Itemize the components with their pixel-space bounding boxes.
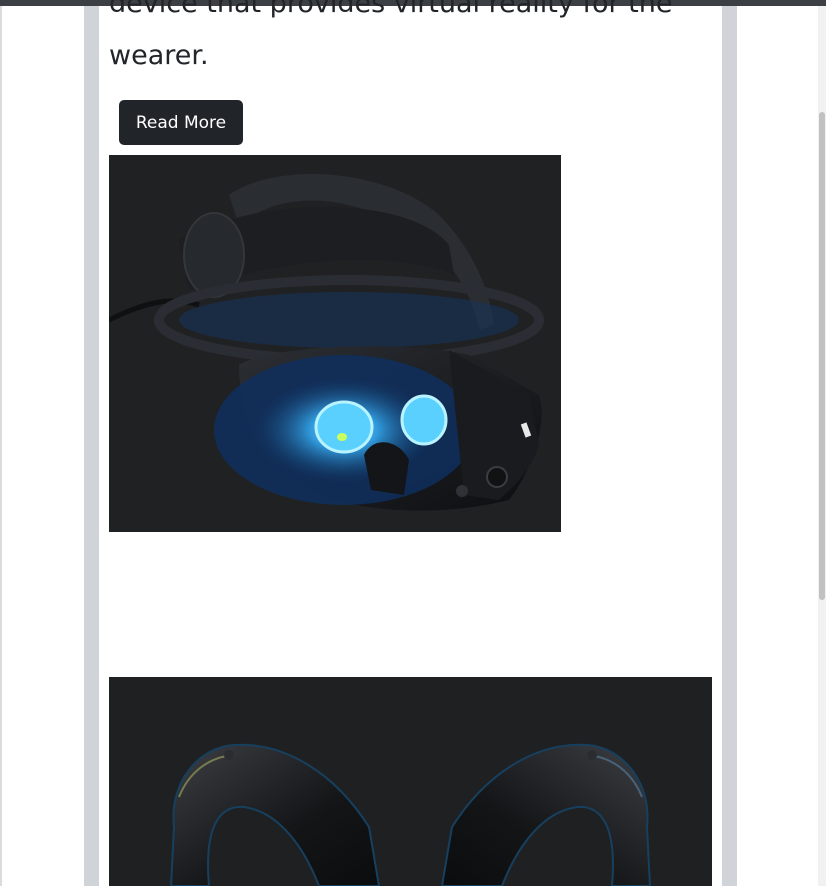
left-edge: [0, 6, 2, 886]
scrollbar-thumb[interactable]: [819, 112, 825, 600]
vertical-scrollbar[interactable]: [818, 6, 826, 886]
vr-headset-image: [109, 155, 561, 532]
vr-controllers-image: [109, 677, 712, 886]
vr-headset-illustration: [109, 155, 561, 532]
vr-controllers-illustration: [109, 677, 712, 886]
read-more-button[interactable]: Read More: [119, 100, 243, 145]
product-description: device that provides virtual reality for…: [109, 0, 673, 71]
